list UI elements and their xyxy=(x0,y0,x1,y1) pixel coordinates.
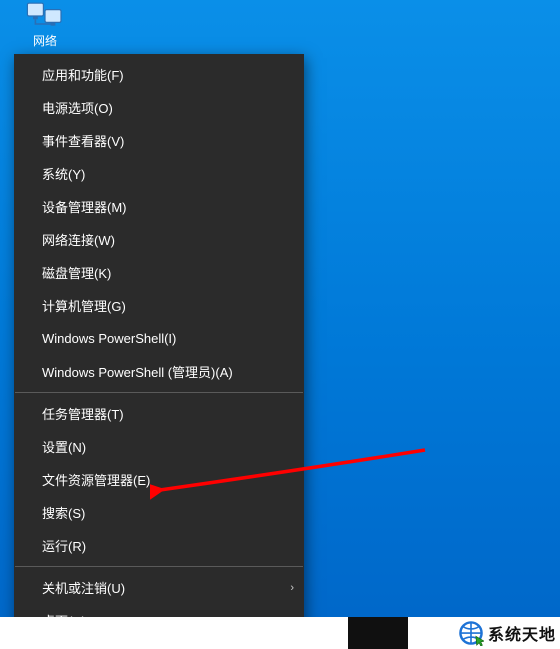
globe-icon xyxy=(458,620,484,646)
menu-item-label: 计算机管理(G) xyxy=(42,296,294,315)
menu-item-label: 任务管理器(T) xyxy=(42,404,294,423)
desktop-icon-network[interactable]: 网络 xyxy=(10,0,80,48)
menu-item[interactable]: 计算机管理(G) xyxy=(14,289,304,322)
menu-item-label: 搜索(S) xyxy=(42,503,294,522)
menu-item[interactable]: 系统(Y) xyxy=(14,157,304,190)
watermark: 系统天地 xyxy=(454,617,556,649)
watermark-text: 系统天地 xyxy=(488,621,556,645)
menu-item[interactable]: 磁盘管理(K) xyxy=(14,256,304,289)
menu-item[interactable]: 运行(R) xyxy=(14,529,304,562)
menu-item[interactable]: Windows PowerShell(I) xyxy=(14,322,304,355)
menu-item[interactable]: 应用和功能(F) xyxy=(14,58,304,91)
menu-item-label: 应用和功能(F) xyxy=(42,65,294,84)
winx-context-menu: 应用和功能(F) 电源选项(O) 事件查看器(V) 系统(Y) 设备管理器(M) 网络连接… xyxy=(14,54,304,641)
menu-item[interactable]: 文件资源管理器(E) xyxy=(14,463,304,496)
menu-item-label: 磁盘管理(K) xyxy=(42,263,294,282)
menu-item-label: 设置(N) xyxy=(42,437,294,456)
menu-item[interactable]: 设备管理器(M) xyxy=(14,190,304,223)
bottom-strip-dark xyxy=(348,617,408,649)
menu-item[interactable]: 电源选项(O) xyxy=(14,91,304,124)
menu-item[interactable]: 设置(N) xyxy=(14,430,304,463)
menu-separator xyxy=(15,566,303,567)
menu-item[interactable]: 任务管理器(T) xyxy=(14,397,304,430)
menu-item[interactable]: Windows PowerShell (管理员)(A) xyxy=(14,355,304,388)
menu-item[interactable]: 搜索(S) xyxy=(14,496,304,529)
menu-item-label: 文件资源管理器(E) xyxy=(42,470,294,489)
menu-item-label: 运行(R) xyxy=(42,536,294,555)
desktop[interactable]: 网络 应用和功能(F) 电源选项(O) 事件查看器(V) 系统(Y) 设备管理器(M) 网… xyxy=(0,0,560,649)
menu-item-label: 系统(Y) xyxy=(42,164,294,183)
menu-item[interactable]: 事件查看器(V) xyxy=(14,124,304,157)
menu-separator xyxy=(15,392,303,393)
menu-item-label: Windows PowerShell(I) xyxy=(42,331,294,346)
menu-item[interactable]: 关机或注销(U)› xyxy=(14,571,304,604)
menu-item-label: 电源选项(O) xyxy=(42,98,294,117)
chevron-right-icon: › xyxy=(290,582,294,594)
menu-item-label: 关机或注销(U) xyxy=(42,578,290,597)
menu-item-label: 事件查看器(V) xyxy=(42,131,294,150)
menu-item-label: 设备管理器(M) xyxy=(42,197,294,216)
menu-item[interactable]: 网络连接(W) xyxy=(14,223,304,256)
desktop-icon-label: 网络 xyxy=(10,34,80,48)
menu-item-label: Windows PowerShell (管理员)(A) xyxy=(42,362,294,381)
network-icon xyxy=(25,0,65,32)
menu-item-label: 网络连接(W) xyxy=(42,230,294,249)
